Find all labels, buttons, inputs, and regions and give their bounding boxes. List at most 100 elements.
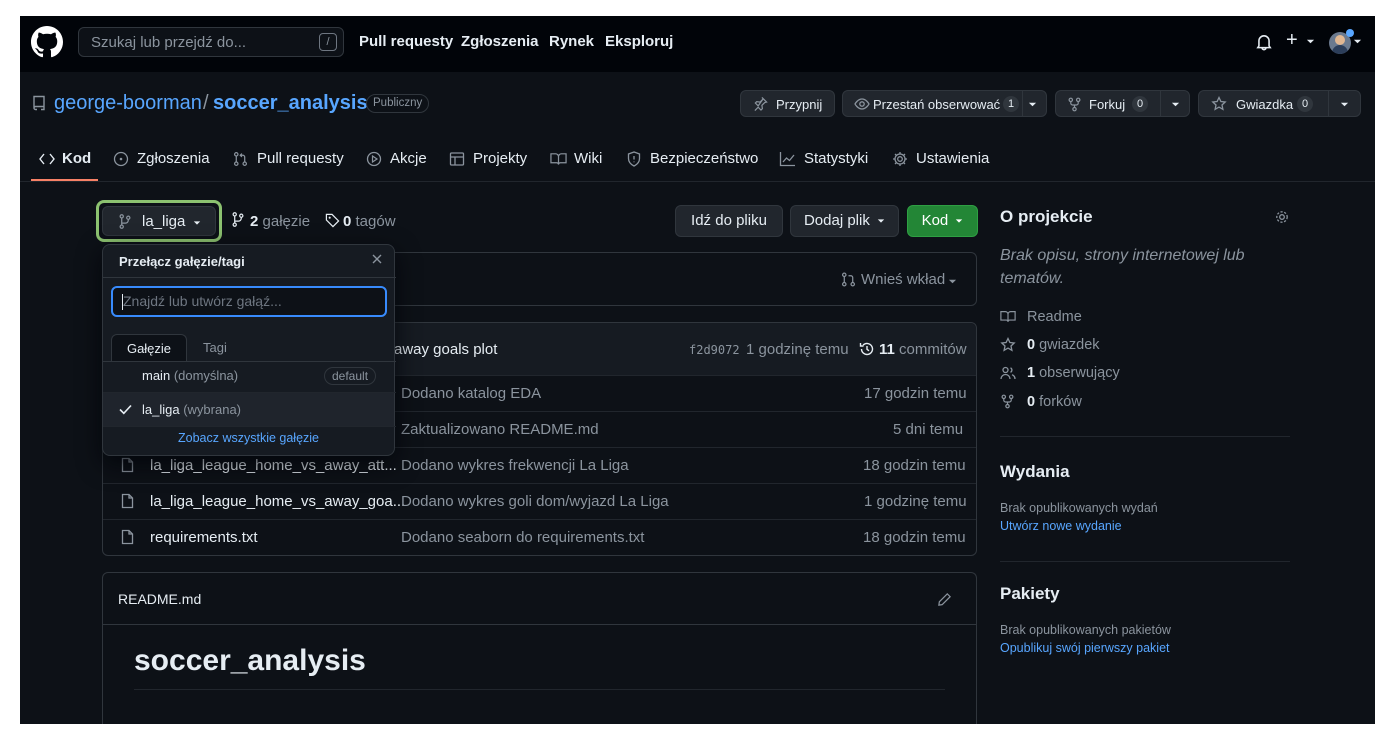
tab-settings[interactable]: Ustawienia (916, 150, 989, 167)
repo-path-separator: / (203, 92, 209, 114)
watch-button[interactable]: Przestań obserwować 1 (842, 90, 1047, 117)
pin-button[interactable]: Przypnij (740, 90, 835, 117)
file-row-5-name[interactable]: requirements.txt (150, 529, 258, 546)
repo-name-link[interactable]: soccer_analysis (213, 92, 368, 115)
bell-icon[interactable] (1255, 33, 1273, 51)
repo-owner-link[interactable]: george-boorman (54, 92, 202, 115)
github-logo-icon[interactable] (31, 26, 63, 58)
add-file-chevron-icon (877, 217, 885, 225)
file-row-3-message[interactable]: Dodano wykres frekwencji La Liga (401, 457, 629, 474)
top-navigation-bar: Szukaj lub przejdź do... / Pull requesty… (20, 16, 1375, 72)
forks-link[interactable]: 0 forków (1027, 394, 1082, 410)
contribute-chevron-icon[interactable] (948, 277, 957, 286)
nav-pull-requests[interactable]: Pull requesty (359, 33, 453, 50)
check-icon (119, 404, 132, 415)
search-input[interactable]: Szukaj lub przejdź do... / (78, 27, 344, 57)
about-gear-icon[interactable] (1274, 209, 1290, 225)
search-shortcut-badge: / (319, 33, 337, 51)
nav-issues[interactable]: Zgłoszenia (461, 33, 539, 50)
tab-insights[interactable]: Statystyki (804, 150, 868, 167)
star-chevron-icon[interactable] (1340, 100, 1349, 109)
pull-request-icon (233, 151, 248, 167)
file-icon (121, 457, 134, 473)
stars-link[interactable]: 0 gwiazdek (1027, 337, 1100, 353)
tags-count-link[interactable]: 0 tagów (343, 213, 396, 230)
file-row-5-message[interactable]: Dodano seaborn do requirements.txt (401, 529, 644, 546)
releases-title[interactable]: Wydania (1000, 462, 1070, 482)
file-row-5-time: 18 godzin temu (863, 529, 966, 546)
latest-commit-sha[interactable]: f2d9072 (689, 343, 740, 357)
go-to-file-button[interactable]: Idź do pliku (675, 205, 783, 237)
chevron-down-icon[interactable] (1306, 37, 1315, 46)
history-icon (859, 341, 875, 357)
branch-switcher-dropdown: Przełącz gałęzie/tagi Znajdź lub utwórz … (102, 244, 396, 456)
code-icon (39, 153, 55, 165)
file-row-3-name[interactable]: la_liga_league_home_vs_away_att... (150, 457, 397, 474)
pin-label: Przypnij (776, 97, 823, 112)
create-release-link[interactable]: Utwórz nowe wydanie (1000, 519, 1122, 533)
current-branch-label: la_liga (142, 213, 186, 230)
nav-explore[interactable]: Eksploruj (605, 33, 673, 50)
book-icon (550, 152, 567, 166)
issue-icon (113, 151, 129, 167)
latest-commit-time: 1 godzinę temu (746, 341, 849, 358)
fork-chevron-icon[interactable] (1171, 100, 1180, 109)
tabs-divider (20, 181, 1375, 182)
tab-code[interactable]: Kod (62, 150, 91, 167)
branches-count-link[interactable]: 2 gałęzie (250, 213, 310, 230)
branch-filter-placeholder: Znajdź lub utwórz gałąź... (123, 293, 282, 309)
contribute-button[interactable]: Wnieś wkład (861, 271, 945, 288)
branch-item-main[interactable]: main (domyślna) default (103, 359, 394, 392)
readme-link[interactable]: Readme (1027, 309, 1082, 325)
tab-wiki[interactable]: Wiki (574, 150, 602, 167)
branch-filter-input[interactable]: Znajdź lub utwórz gałąź... (111, 286, 387, 317)
pencil-icon[interactable] (937, 592, 952, 607)
packages-title[interactable]: Pakiety (1000, 584, 1060, 604)
fork-button[interactable]: Forkuj 0 (1055, 90, 1190, 117)
star-button[interactable]: Gwiazdka 0 (1198, 90, 1361, 117)
file-icon (121, 493, 134, 509)
create-new-button[interactable]: + (1286, 29, 1298, 52)
commits-count-link[interactable]: 11 commitów (879, 341, 967, 358)
stars-icon (1000, 337, 1016, 353)
nav-marketplace[interactable]: Rynek (549, 33, 594, 50)
github-window: Szukaj lub przejdź do... / Pull requesty… (20, 16, 1375, 724)
branch-item-la-liga[interactable]: la_liga (wybrana) (103, 393, 394, 426)
tab-pull-requests[interactable]: Pull requesty (257, 150, 344, 167)
tab-tags[interactable]: Tagi (203, 334, 227, 361)
tab-projects[interactable]: Projekty (473, 150, 527, 167)
file-row-4-name[interactable]: la_liga_league_home_vs_away_goa... (150, 493, 405, 510)
file-row-4-message[interactable]: Dodano wykres goli dom/wyjazd La Liga (401, 493, 669, 510)
readme-box: README.md soccer_analysis (102, 572, 977, 724)
file-icon (121, 529, 134, 545)
watch-chevron-icon[interactable] (1028, 100, 1037, 109)
tag-icon (325, 213, 340, 228)
star-label: Gwiazdka (1236, 97, 1294, 112)
tab-branches[interactable]: Gałęzie (111, 334, 187, 361)
watchers-icon (1000, 366, 1016, 380)
add-file-button[interactable]: Dodaj plik (790, 205, 899, 237)
tab-security[interactable]: Bezpieczeństwo (650, 150, 758, 167)
readme-filename: README.md (118, 591, 202, 607)
watch-count: 1 (1003, 96, 1019, 112)
branch-icon (119, 214, 131, 229)
branch-select-button[interactable]: la_liga (102, 206, 216, 236)
dropdown-title: Przełącz gałęzie/tagi (119, 254, 245, 269)
star-count: 0 (1297, 96, 1313, 112)
tab-issues[interactable]: Zgłoszenia (137, 150, 210, 167)
play-icon (366, 151, 382, 167)
contribute-pr-icon (841, 272, 856, 287)
avatar-chevron-icon[interactable] (1353, 37, 1362, 46)
fork-label: Forkuj (1089, 97, 1126, 112)
file-row-1-message[interactable]: Dodano katalog EDA (401, 385, 541, 402)
publish-package-link[interactable]: Opublikuj swój pierwszy pakiet (1000, 641, 1170, 655)
visibility-badge: Publiczny (366, 94, 430, 113)
gear-icon (892, 151, 908, 167)
close-icon[interactable] (371, 253, 383, 265)
latest-commit-message[interactable]: away goals plot (394, 341, 497, 358)
file-row-2-message[interactable]: Zaktualizowano README.md (401, 421, 599, 438)
code-button[interactable]: Kod (907, 205, 978, 237)
view-all-branches-link[interactable]: Zobacz wszystkie gałęzie (103, 431, 394, 445)
watchers-link[interactable]: 1 obserwujący (1027, 365, 1120, 381)
tab-actions[interactable]: Akcje (390, 150, 427, 167)
